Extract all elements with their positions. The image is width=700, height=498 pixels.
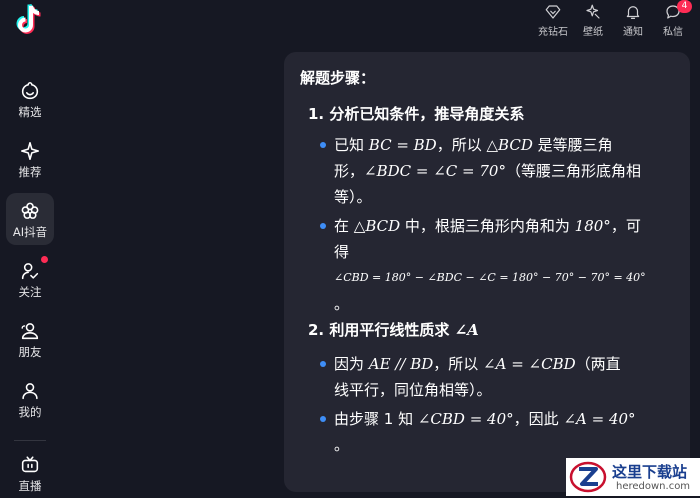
sidebar-item-recommend[interactable]: 推荐: [6, 134, 54, 184]
wallpaper-icon: [586, 4, 600, 19]
sidebar-item-label: 朋友: [18, 345, 42, 359]
text-line: ∠CBD = 180° − ∠BDC − ∠C = 180° − 70° − 7…: [334, 271, 646, 284]
bullet-dot: [320, 361, 326, 367]
text-line: 等）。: [334, 188, 372, 206]
bullet-dot: [320, 142, 326, 148]
step-2-heading: 2. 利用平行线性质求 ∠A: [308, 321, 479, 339]
sidebar-item-label: 直播: [18, 479, 42, 493]
sidebar-divider: [14, 440, 46, 441]
top-item-label: 通知: [623, 27, 643, 38]
sidebar-item-label: 精选: [18, 105, 42, 119]
bullet-dot: [320, 416, 326, 422]
diamond-icon: [545, 5, 561, 19]
sidebar-item-label: 我的: [18, 405, 42, 419]
text-line: 因为 AE // BD，所以 ∠A = ∠CBD（两直: [334, 355, 621, 373]
friends-icon: [21, 323, 39, 340]
smiley-icon: [21, 81, 39, 100]
text-line: 在 △BCD 中，根据三角形内角和为 180°，可: [334, 217, 641, 235]
step-2-bullet-1: 因为 AE // BD，所以 ∠A = ∠CBD（两直 线平行，同位角相等）。: [334, 351, 674, 403]
step-1-bullet-2: 在 △BCD 中，根据三角形内角和为 180°，可 得 ∠CBD = 180° …: [334, 213, 674, 317]
sidebar-item-friends[interactable]: 朋友: [6, 314, 54, 364]
notifications-button[interactable]: 通知: [611, 0, 655, 46]
top-item-label: 壁纸: [583, 27, 603, 38]
answer-card: 解题步骤： 1. 分析已知条件，推导角度关系 已知 BC = BD，所以 △BC…: [284, 52, 690, 492]
messages-button[interactable]: 私信 4: [651, 0, 695, 46]
sidebar-item-featured[interactable]: 精选: [6, 74, 54, 124]
sidebar-item-ai-douyin[interactable]: AI抖音: [6, 193, 54, 245]
text-line: 。: [334, 295, 350, 313]
text-line: 。: [334, 436, 350, 454]
sparkle-icon: [20, 141, 40, 161]
sidebar-item-me[interactable]: 我的: [6, 374, 54, 424]
text-line: 形，∠BDC = ∠C = 70°（等腰三角形底角相: [334, 162, 641, 180]
watermark-url: heredown.com: [616, 481, 691, 492]
recharge-diamond-button[interactable]: 充钻石: [531, 0, 575, 46]
top-item-label: 充钻石: [538, 27, 568, 38]
bell-icon: [626, 6, 640, 19]
text-line: 已知 BC = BD，所以 △BCD 是等腰三角: [334, 136, 613, 154]
flower-icon: [21, 202, 39, 219]
wallpaper-button[interactable]: 壁纸: [571, 0, 615, 46]
sidebar-item-label: 推荐: [18, 165, 42, 179]
watermark-logo: 这里下载站 heredown.com: [566, 458, 700, 496]
text-line: 由步骤 1 知 ∠CBD = 40°，因此 ∠A = 40°: [334, 410, 636, 428]
notification-dot: [41, 256, 48, 263]
unread-badge: 4: [677, 0, 692, 13]
sidebar-item-label: 关注: [18, 285, 42, 299]
sidebar: 精选 推荐 AI抖音 关注 朋友 我的 直播: [0, 0, 60, 496]
sidebar-item-live[interactable]: 直播: [6, 448, 54, 498]
top-item-label: 私信: [663, 27, 683, 38]
tv-icon: [21, 456, 39, 473]
step-2-bullet-2: 由步骤 1 知 ∠CBD = 40°，因此 ∠A = 40° 。: [334, 406, 674, 458]
sidebar-item-label: AI抖音: [12, 225, 48, 239]
step-1-bullet-1: 已知 BC = BD，所以 △BCD 是等腰三角 形，∠BDC = ∠C = 7…: [334, 132, 674, 210]
card-title: 解题步骤：: [300, 69, 376, 87]
profile-icon: [22, 383, 38, 400]
step-1-heading: 1. 分析已知条件，推导角度关系: [308, 105, 525, 123]
text-line: 得: [334, 243, 350, 261]
follow-icon: [21, 263, 39, 280]
watermark-z-icon: [569, 461, 607, 493]
watermark-name: 这里下载站: [612, 463, 688, 481]
text-line: 线平行，同位角相等）。: [334, 381, 492, 399]
bullet-dot: [320, 223, 326, 229]
tiktok-logo-icon[interactable]: [12, 2, 48, 38]
